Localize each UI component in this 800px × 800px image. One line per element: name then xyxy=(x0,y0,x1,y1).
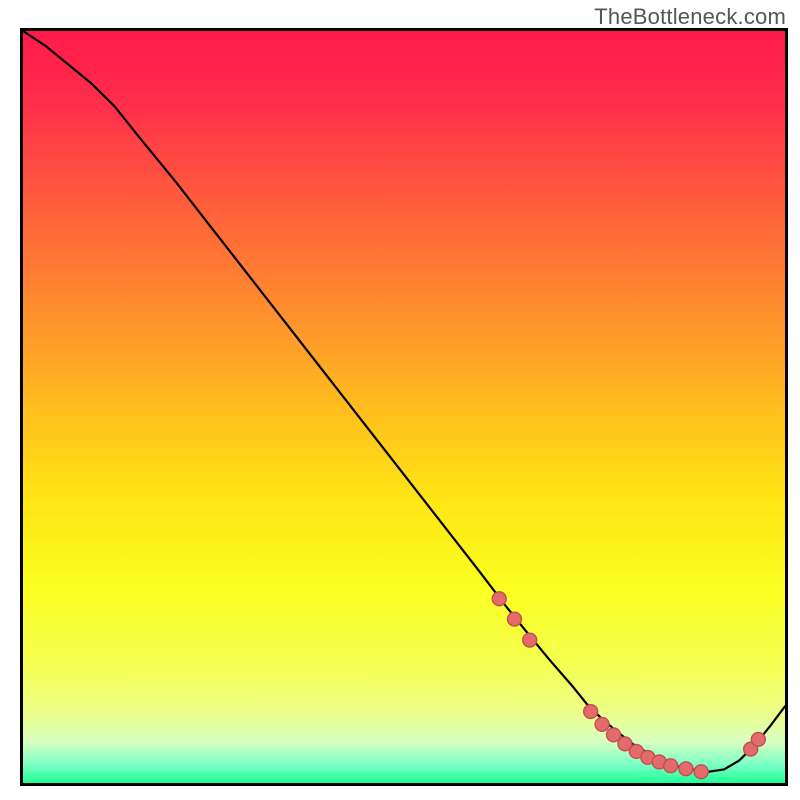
chart-marker xyxy=(694,765,708,779)
chart-stage: TheBottleneck.com xyxy=(0,0,800,800)
chart-marker xyxy=(492,592,506,606)
watermark-text: TheBottleneck.com xyxy=(594,4,786,30)
chart-marker xyxy=(584,705,598,719)
chart-marker xyxy=(595,717,609,731)
chart-marker xyxy=(523,633,537,647)
chart-plot-area xyxy=(20,28,788,786)
chart-marker xyxy=(664,759,678,773)
chart-marker xyxy=(607,728,621,742)
chart-svg xyxy=(23,31,785,783)
chart-background xyxy=(23,31,785,783)
chart-marker xyxy=(507,612,521,626)
chart-marker xyxy=(751,732,765,746)
chart-marker xyxy=(679,762,693,776)
